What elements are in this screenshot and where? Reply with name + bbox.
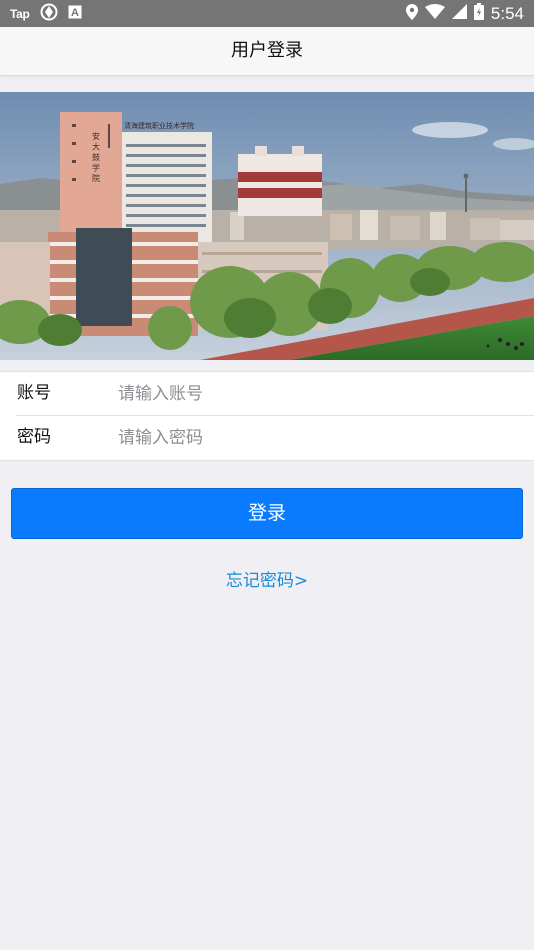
page-title: 用户登录	[231, 40, 303, 61]
forgot-password-link[interactable]: 忘记密码>	[0, 566, 534, 591]
status-bar: Tap A 5:54	[0, 0, 534, 27]
campus-banner-image: 安 大 鼓 学 院 清海建筑职业技术学院	[0, 92, 534, 360]
battery-icon	[473, 3, 484, 24]
account-input[interactable]	[118, 378, 518, 410]
location-icon	[405, 3, 418, 24]
wifi-icon	[424, 4, 445, 23]
nav-bar: 用户登录	[0, 27, 534, 76]
password-input[interactable]	[118, 422, 518, 454]
campus-sign-vertical: 安 大 鼓 学 院	[92, 131, 101, 183]
clock: 5:54	[490, 3, 524, 23]
account-label: 账号	[17, 383, 51, 403]
login-form: 账号 密码	[0, 371, 534, 461]
account-row: 账号	[0, 372, 534, 416]
svg-text:A: A	[71, 7, 79, 19]
campus-sign-horizontal: 清海建筑职业技术学院	[124, 121, 194, 130]
sync-icon	[40, 3, 58, 25]
a-notification-icon: A	[68, 4, 82, 23]
password-row: 密码	[0, 416, 534, 460]
signal-icon	[451, 4, 467, 23]
password-label: 密码	[17, 427, 51, 447]
tap-app-icon: Tap	[10, 6, 30, 21]
login-button[interactable]: 登录	[11, 488, 523, 539]
